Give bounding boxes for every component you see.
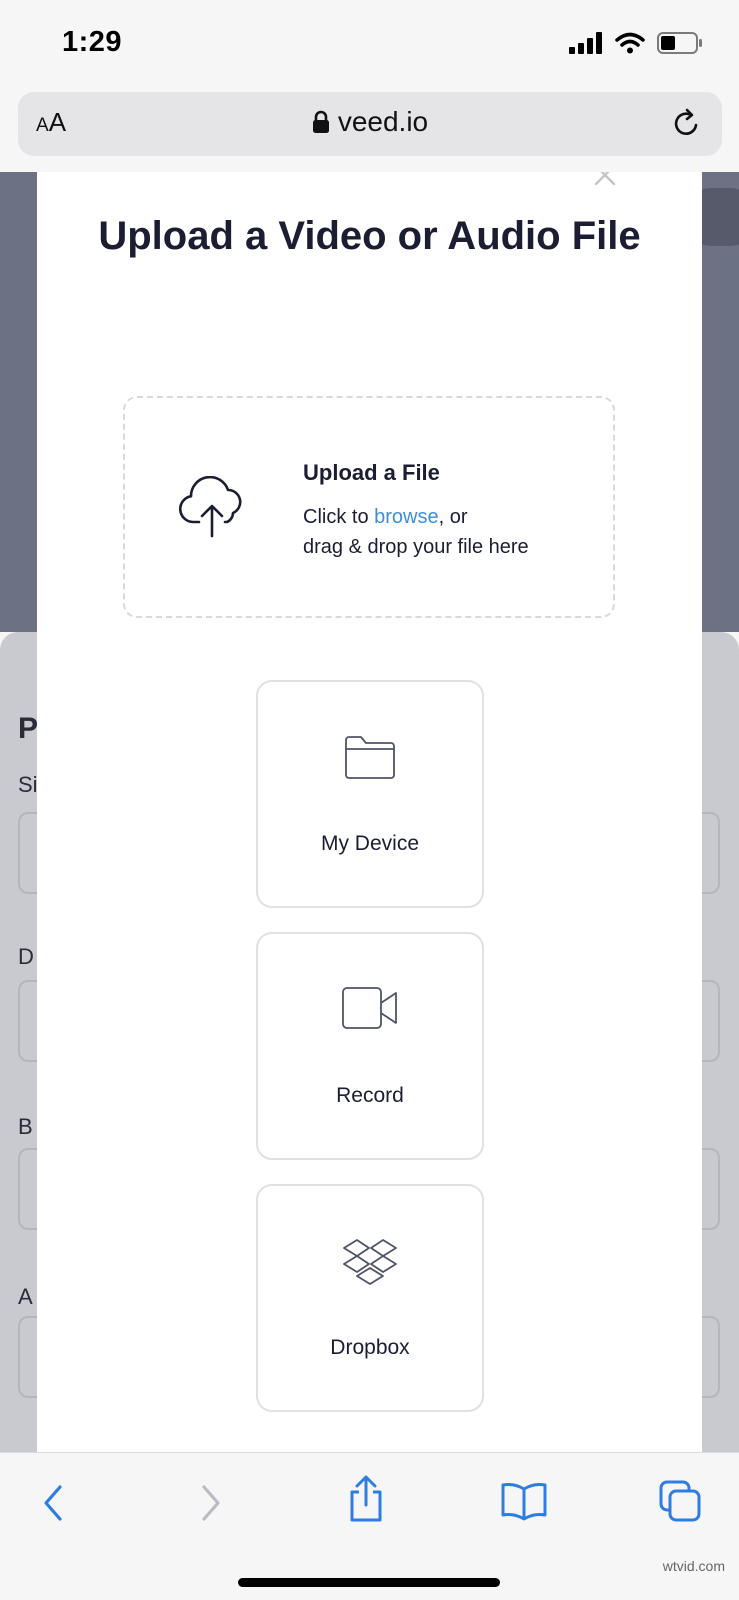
browse-link[interactable]: browse — [374, 506, 438, 528]
dropzone-text: Click to — [303, 506, 375, 528]
watermark: wtvid.com — [662, 1558, 725, 1574]
cloud-upload-icon — [178, 476, 242, 538]
forward-icon[interactable] — [196, 1483, 226, 1523]
background-label: D — [18, 944, 34, 969]
url-text: veed.io — [337, 106, 429, 137]
file-dropzone[interactable]: Upload a File Click to browse, or drag &… — [123, 396, 615, 618]
screen: 1:29 AA veed.io P Si D B A Upload a Vide… — [0, 0, 739, 1600]
dropzone-drag-text: drag & drop your file here — [303, 536, 529, 558]
dropbox-label: Dropbox — [330, 1336, 410, 1359]
status-time: 1:29 — [62, 26, 123, 58]
lock-icon — [312, 110, 329, 133]
dropzone-instructions: Click to browse, or — [303, 506, 468, 529]
record-label: Record — [336, 1084, 404, 1107]
video-camera-icon — [342, 987, 397, 1029]
status-bar: 1:29 — [0, 0, 739, 84]
modal-title: Upload a Video or Audio File — [98, 214, 641, 258]
cellular-signal-icon — [569, 32, 602, 54]
dropzone-text: , or — [438, 506, 468, 528]
my-device-button[interactable]: My Device — [256, 680, 484, 908]
background-label: Si — [18, 772, 38, 797]
reload-icon[interactable] — [672, 107, 702, 139]
bookmarks-icon[interactable] — [500, 1481, 548, 1521]
dropbox-button[interactable]: Dropbox — [256, 1184, 484, 1412]
address-bar[interactable]: AA veed.io — [18, 92, 722, 156]
card-icon-wrap — [258, 734, 482, 780]
share-icon[interactable] — [346, 1475, 386, 1523]
background-label: A — [18, 1284, 33, 1309]
background-label: B — [18, 1114, 33, 1139]
wifi-icon — [615, 32, 645, 54]
status-icons — [569, 32, 703, 54]
home-indicator — [238, 1578, 500, 1587]
close-icon[interactable] — [593, 172, 617, 186]
tabs-icon[interactable] — [658, 1479, 702, 1523]
upload-modal: Upload a Video or Audio File Upload a Fi… — [37, 172, 702, 1452]
record-button[interactable]: Record — [256, 932, 484, 1160]
card-icon-wrap — [258, 986, 482, 1030]
dropzone-title: Upload a File — [303, 460, 440, 485]
battery-icon — [657, 32, 702, 54]
card-icon-wrap — [258, 1238, 482, 1288]
background-heading: P — [18, 712, 39, 745]
dropbox-icon — [343, 1239, 397, 1285]
my-device-label: My Device — [320, 832, 420, 855]
url-display[interactable]: veed.io — [18, 106, 722, 138]
folder-icon — [345, 736, 395, 779]
back-icon[interactable] — [38, 1483, 68, 1523]
